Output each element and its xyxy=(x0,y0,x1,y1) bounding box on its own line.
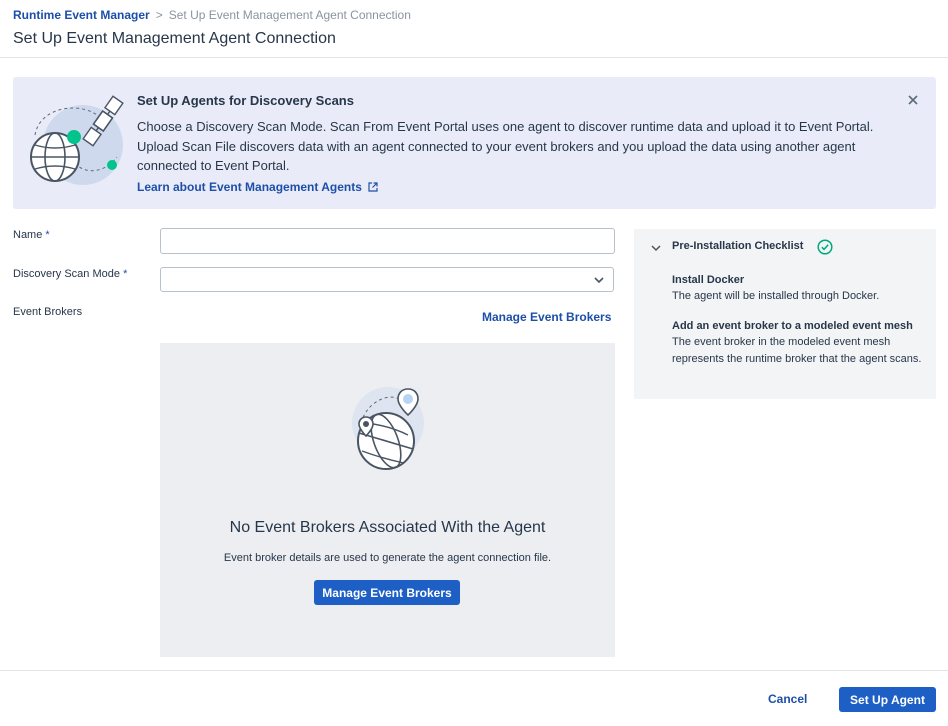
checklist-item-title: Add an event broker to a modeled event m… xyxy=(672,320,913,332)
set-up-agent-button[interactable]: Set Up Agent xyxy=(839,687,936,712)
banner-body: Choose a Discovery Scan Mode. Scan From … xyxy=(137,119,874,173)
page-footer: Cancel Set Up Agent xyxy=(0,670,948,726)
discovery-scan-mode-label-text: Discovery Scan Mode xyxy=(13,268,120,280)
breadcrumb-current: Set Up Event Management Agent Connection xyxy=(168,8,411,22)
event-brokers-label: Event Brokers xyxy=(13,306,83,318)
required-marker: * xyxy=(123,268,128,280)
external-link-icon xyxy=(368,182,378,192)
name-label: Name * xyxy=(13,229,50,241)
pre-installation-checklist: Pre-Installation Checklist Install Docke… xyxy=(634,229,936,399)
breadcrumb-separator: > xyxy=(155,8,163,22)
empty-state-title: No Event Brokers Associated With the Age… xyxy=(229,519,546,536)
banner-title: Set Up Agents for Discovery Scans xyxy=(137,93,354,108)
checklist-item-description: The event broker in the modeled event me… xyxy=(672,336,922,365)
discovery-scan-mode-label: Discovery Scan Mode * xyxy=(13,268,127,280)
check-circle-icon xyxy=(817,239,833,255)
name-label-text: Name xyxy=(13,229,43,241)
manage-event-brokers-link[interactable]: Manage Event Brokers xyxy=(482,310,611,324)
learn-about-agents-label[interactable]: Learn about Event Management Agents xyxy=(137,180,362,194)
required-marker: * xyxy=(45,229,50,241)
cancel-button[interactable]: Cancel xyxy=(768,692,807,706)
info-banner: Set Up Agents for Discovery Scans Choose… xyxy=(13,77,936,209)
discovery-scan-mode-select[interactable] xyxy=(160,267,614,292)
page-title: Set Up Event Management Agent Connection xyxy=(13,30,336,47)
empty-state-description: Event broker details are used to generat… xyxy=(223,552,552,564)
page-header: Runtime Event Manager > Set Up Event Man… xyxy=(0,0,948,58)
close-icon[interactable] xyxy=(906,93,920,107)
globe-pins-illustration xyxy=(352,387,424,470)
manage-event-brokers-button[interactable]: Manage Event Brokers xyxy=(314,580,460,605)
chevron-down-icon[interactable] xyxy=(650,242,662,254)
globe-satellite-illustration xyxy=(30,95,124,185)
event-brokers-empty-state: No Event Brokers Associated With the Age… xyxy=(160,343,615,657)
name-input[interactable] xyxy=(160,228,615,254)
breadcrumb-link-runtime-event-manager[interactable]: Runtime Event Manager xyxy=(13,8,150,22)
checklist-title: Pre-Installation Checklist xyxy=(672,240,804,252)
learn-about-agents-link[interactable]: Learn about Event Management Agents xyxy=(137,180,378,194)
checklist-item-description: The agent will be installed through Dock… xyxy=(672,290,880,302)
chevron-down-icon xyxy=(594,277,604,284)
breadcrumb: Runtime Event Manager > Set Up Event Man… xyxy=(13,8,411,22)
checklist-item-title: Install Docker xyxy=(672,274,745,286)
